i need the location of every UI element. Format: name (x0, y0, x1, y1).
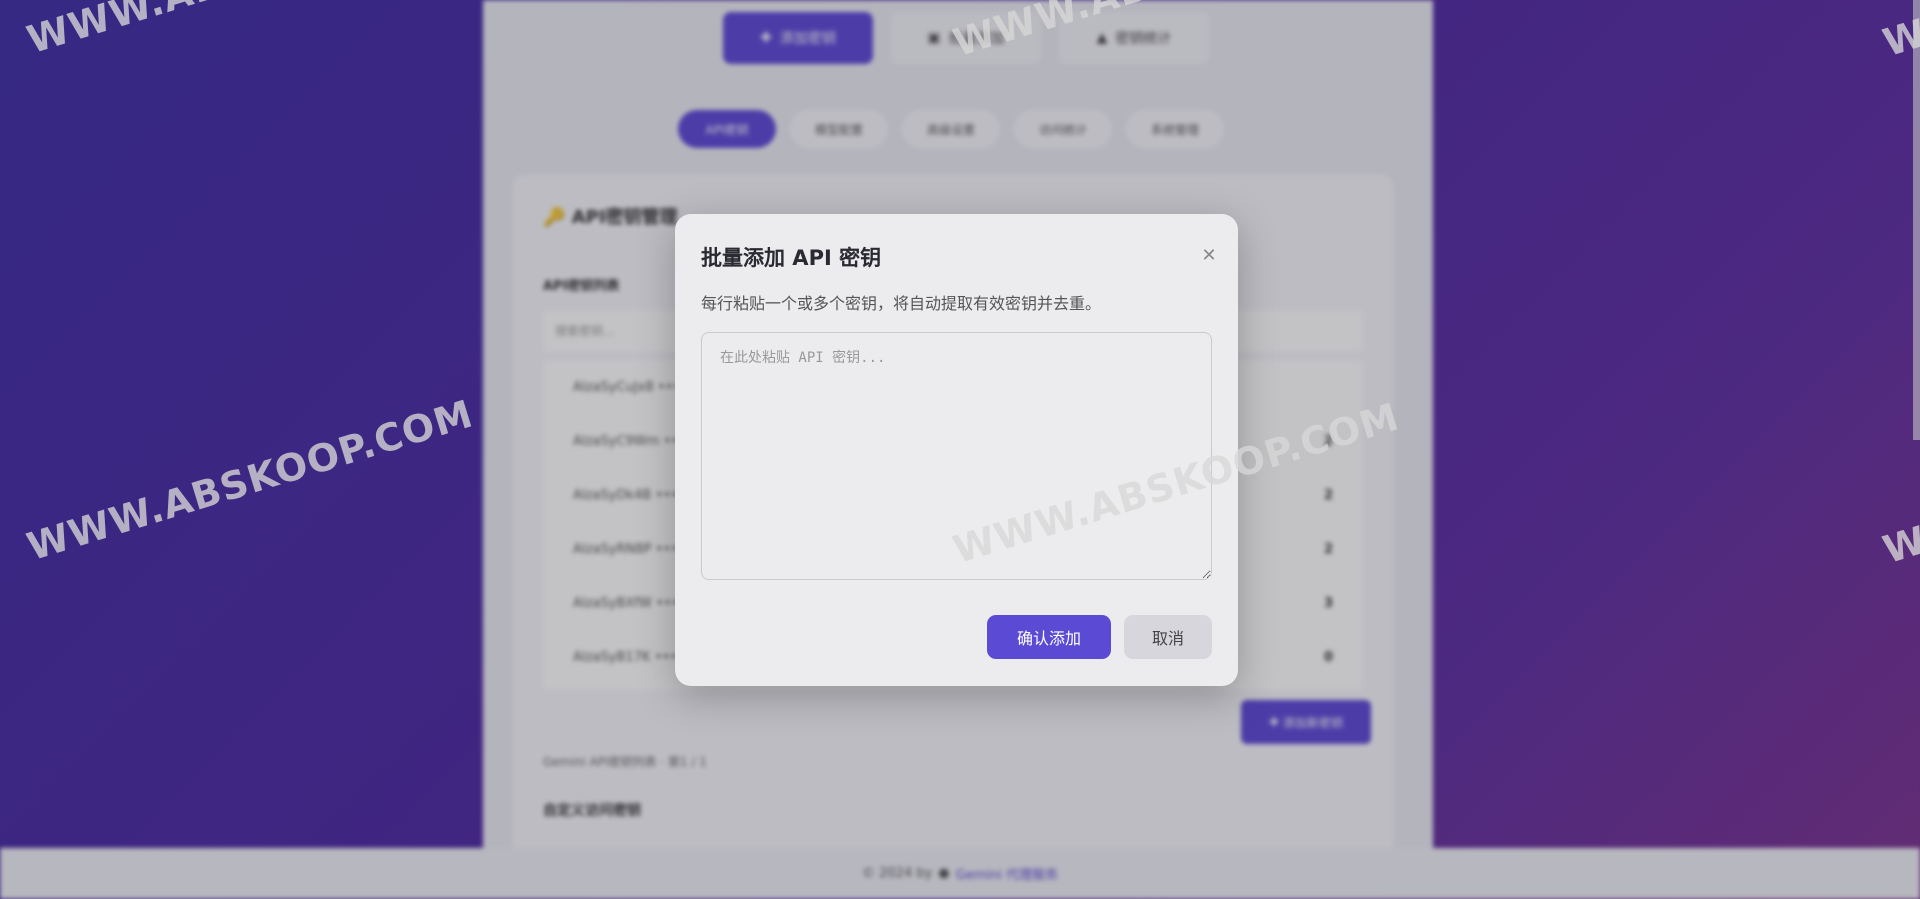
modal-description: 每行粘贴一个或多个密钥，将自动提取有效密钥并去重。 (701, 294, 1102, 313)
batch-add-modal: 批量添加 API 密钥 ✕ 每行粘贴一个或多个密钥，将自动提取有效密钥并去重。 … (675, 214, 1238, 686)
close-icon[interactable]: ✕ (1198, 244, 1220, 266)
cancel-button[interactable]: 取消 (1124, 615, 1212, 659)
api-key-textarea[interactable] (701, 332, 1212, 580)
confirm-add-button[interactable]: 确认添加 (987, 615, 1111, 659)
modal-title: 批量添加 API 密钥 (701, 246, 882, 270)
